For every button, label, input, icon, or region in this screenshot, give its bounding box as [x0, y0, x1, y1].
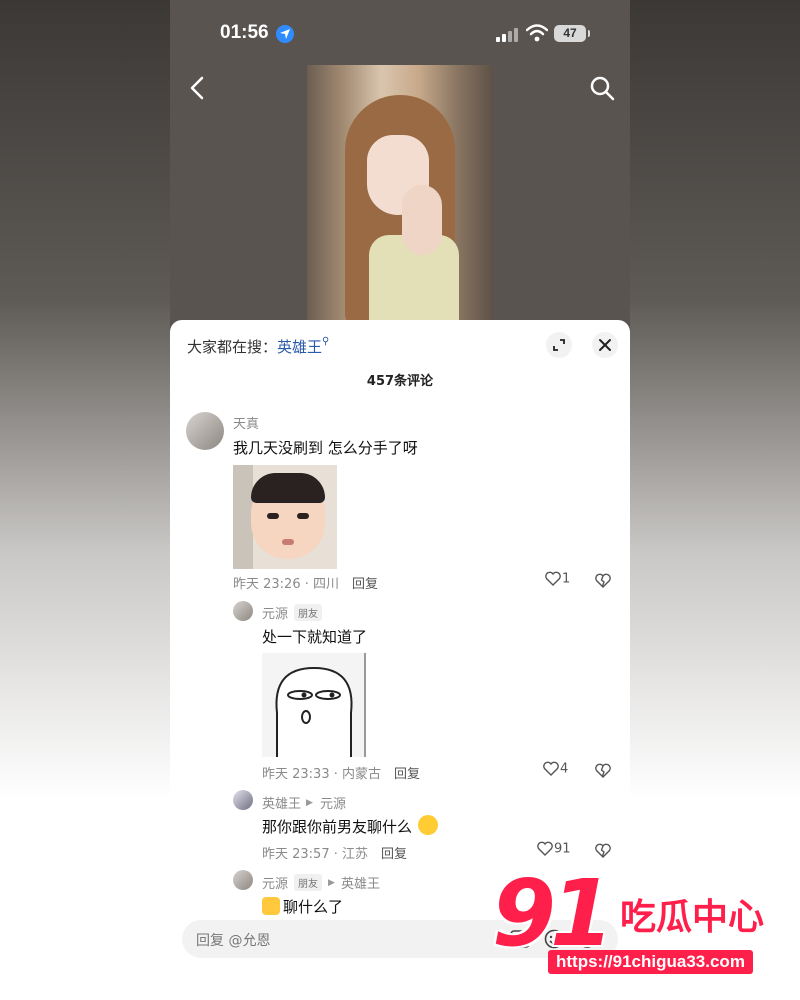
friend-badge: 朋友 — [294, 604, 322, 621]
reply-meta: 昨天 23:33 · 内蒙古 — [262, 767, 381, 782]
like-button[interactable]: 1 — [544, 570, 570, 588]
like-button[interactable]: 4 — [542, 760, 568, 778]
like-count: 91 — [554, 841, 571, 857]
reply-text: 那你跟你前男友聊什么 — [262, 818, 413, 836]
meme-face-drawing — [275, 666, 353, 757]
like-button[interactable]: 91 — [536, 840, 571, 858]
search-icon[interactable] — [588, 74, 616, 102]
reply-sticker-image[interactable] — [262, 653, 366, 757]
comment-meta: 昨天 23:26 · 四川 — [233, 577, 339, 592]
reply-to-arrow: ▶ — [306, 798, 313, 808]
reply-username[interactable]: 元源 — [262, 603, 288, 622]
friend-badge: 朋友 — [294, 874, 322, 891]
trending-prefix: 大家都在搜： — [187, 338, 278, 356]
watermark-brand: 吃瓜中心 — [620, 897, 765, 938]
laughing-crying-emoji — [418, 815, 438, 835]
reply-to-username[interactable]: 英雄王 — [341, 873, 380, 892]
avatar[interactable] — [186, 412, 224, 450]
comment-sticker-image[interactable] — [233, 465, 337, 569]
trending-keyword[interactable]: 英雄王 — [277, 338, 322, 356]
phone-screen: 01:56 47 大家都在搜：英雄王⚲ 457条评论 天真 我几天没刷到 怎么分… — [170, 0, 630, 1000]
reply-username[interactable]: 英雄王 — [262, 793, 301, 812]
reply-text: 处一下就知道了 — [262, 628, 368, 646]
expand-icon — [553, 339, 565, 351]
comment-username[interactable]: 天真 — [233, 413, 259, 432]
expand-button[interactable] — [546, 332, 572, 358]
reply-button[interactable]: 回复 — [352, 573, 378, 592]
reply-meta: 昨天 23:57 · 江苏 — [262, 847, 368, 862]
like-count: 1 — [562, 571, 571, 587]
sticker-background — [233, 465, 253, 569]
avatar[interactable] — [233, 601, 253, 621]
battery-indicator: 47 — [554, 25, 590, 42]
sticker-mouth — [282, 539, 294, 545]
avatar[interactable] — [233, 790, 253, 810]
dislike-button[interactable] — [594, 570, 612, 590]
sticker-eye — [297, 513, 309, 519]
heart-icon — [545, 571, 561, 586]
trending-search[interactable]: 大家都在搜：英雄王⚲ — [187, 336, 329, 357]
heart-icon — [537, 841, 553, 856]
top-nav — [170, 72, 630, 104]
reply-to-arrow: ▶ — [328, 878, 335, 888]
watermark-logo: 91 吃瓜中心 https://91chigua33.com — [480, 860, 790, 980]
dislike-button[interactable] — [594, 760, 612, 780]
wifi-icon — [526, 24, 548, 42]
close-icon — [599, 339, 611, 351]
status-time: 01:56 — [220, 22, 269, 43]
reply-input-placeholder: 回复 @允恩 — [196, 933, 271, 949]
back-arrow-icon[interactable] — [184, 74, 212, 102]
broken-heart-icon — [595, 763, 611, 778]
dislike-button[interactable] — [594, 840, 612, 860]
reply-button[interactable]: 回复 — [394, 763, 420, 782]
comment-text: 我几天没刷到 怎么分手了呀 — [233, 439, 418, 457]
heart-icon — [543, 761, 559, 776]
reply-to-username[interactable]: 元源 — [320, 793, 346, 812]
watermark-url: https://91chigua33.com — [548, 950, 753, 974]
cellular-signal-icon — [496, 28, 518, 42]
sticker-hair — [251, 473, 325, 503]
comment-count: 457条评论 — [366, 374, 434, 389]
video-hand-shape — [402, 185, 442, 255]
reply-button[interactable]: 回复 — [381, 843, 407, 862]
broken-heart-icon — [595, 573, 611, 588]
thumbs-up-emoji — [262, 897, 280, 915]
broken-heart-icon — [595, 843, 611, 858]
close-button[interactable] — [592, 332, 618, 358]
sticker-eye — [267, 513, 279, 519]
location-arrow-icon — [276, 25, 294, 43]
reply-username[interactable]: 元源 — [262, 873, 288, 892]
status-bar: 01:56 47 — [170, 20, 630, 48]
avatar[interactable] — [233, 870, 253, 890]
reply-text: 聊什么了 — [283, 898, 344, 916]
trending-search-icon: ⚲ — [322, 336, 330, 347]
like-count: 4 — [560, 761, 569, 777]
